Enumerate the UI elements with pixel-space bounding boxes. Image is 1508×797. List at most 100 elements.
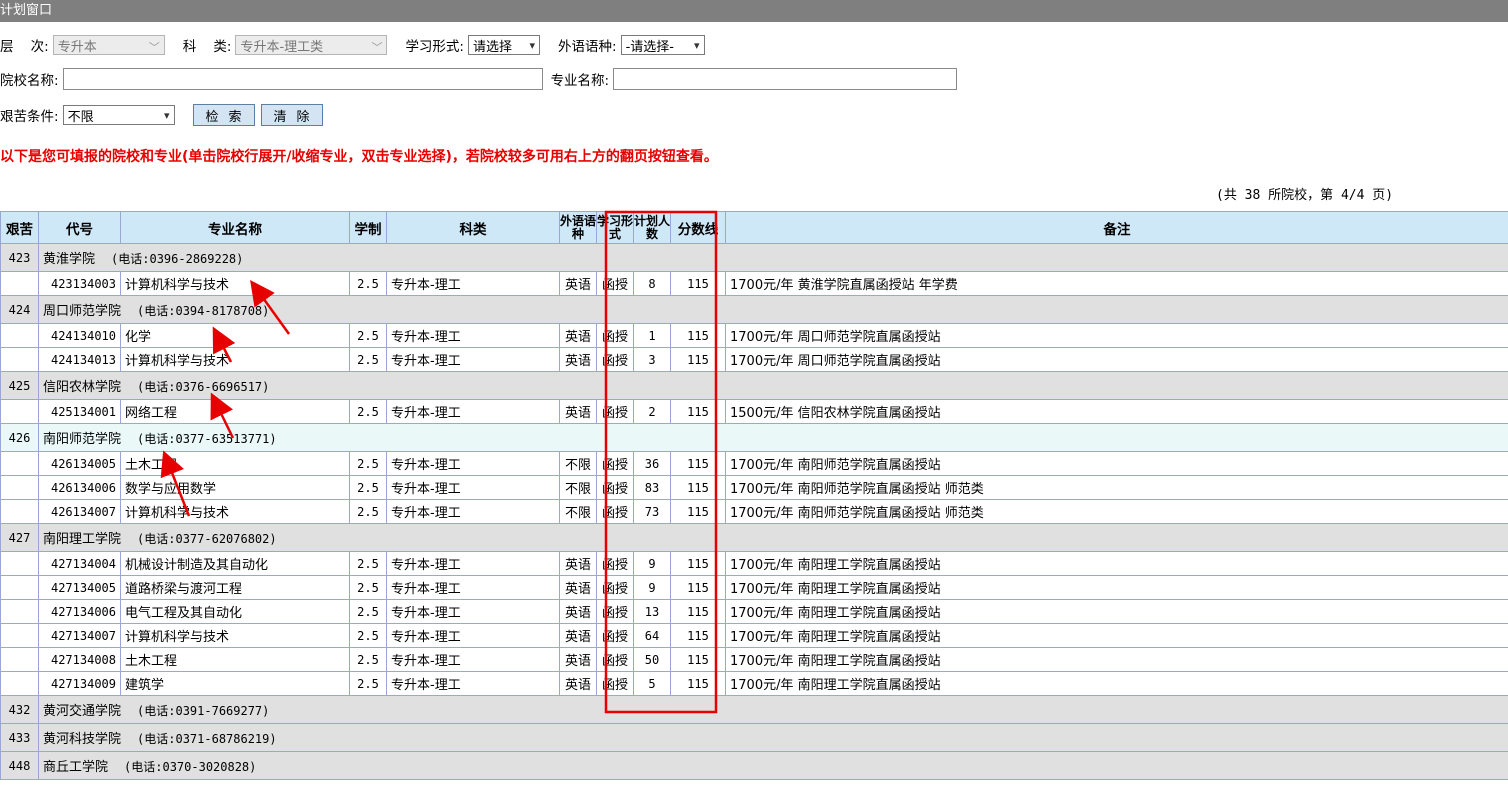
filter-row-3: 艰苦条件: 不限 ▾ 检索 清除 [0, 103, 323, 127]
cell-subject: 专升本-理工 [386, 399, 560, 424]
school-cell: 南阳师范学院 (电话:0377-63513771) [38, 423, 1508, 452]
cell-major: 道路桥梁与渡河工程 [120, 575, 350, 600]
cell-remark: 1700元/年 周口师范学院直属函授站 [725, 347, 1508, 372]
subject-select[interactable]: 专升本-理工类 ﹀ [235, 35, 388, 55]
cell-plan: 3 [633, 347, 671, 372]
cell-remark: 1500元/年 信阳农林学院直属函授站 [725, 399, 1508, 424]
cell-major: 计算机科学与技术 [120, 271, 350, 296]
col-form: 学习形式 [596, 211, 634, 244]
cell-subject: 专升本-理工 [386, 647, 560, 672]
school-name: 信阳农林学院 [43, 380, 122, 395]
cell-form: 函授 [596, 475, 634, 500]
major-row[interactable]: 424134013 计算机科学与技术 2.5 专升本-理工 英语 函授 3 115 1700元/… [0, 347, 1508, 372]
cell-hardship [0, 347, 39, 372]
cell-subject: 专升本-理工 [386, 623, 560, 648]
cell-remark: 1700元/年 黄淮学院直属函授站 年学费 [725, 271, 1508, 296]
col-major: 专业名称 [120, 211, 350, 244]
major-name-label: 专业名称: [550, 73, 610, 89]
major-row[interactable]: 427134004 机械设计制造及其自动化 2.5 专升本-理工 英语 函授 9 115 170… [0, 551, 1508, 576]
school-id: 425 [0, 371, 39, 400]
cell-lang: 不限 [559, 451, 597, 476]
cell-code: 426134006 [38, 475, 121, 500]
cell-subject: 专升本-理工 [386, 347, 560, 372]
cell-major: 网络工程 [120, 399, 350, 424]
cell-score: 115 [670, 475, 726, 500]
cell-lang: 英语 [559, 599, 597, 624]
cell-remark: 1700元/年 南阳理工学院直属函授站 [725, 575, 1508, 600]
cell-plan: 9 [633, 551, 671, 576]
cell-remark: 1700元/年 南阳理工学院直属函授站 [725, 647, 1508, 672]
study-form-select[interactable]: 请选择 ▾ [468, 35, 540, 55]
major-row[interactable]: 426134007 计算机科学与技术 2.5 专升本-理工 不限 函授 73 115 1700元… [0, 499, 1508, 524]
major-name-input[interactable] [613, 68, 958, 90]
cell-years: 2.5 [349, 575, 387, 600]
cell-major: 计算机科学与技术 [120, 499, 350, 524]
cell-lang: 英语 [559, 399, 597, 424]
major-row[interactable]: 426134005 土木工程 2.5 专升本-理工 不限 函授 36 115 1700元/年 南… [0, 451, 1508, 476]
cell-subject: 专升本-理工 [386, 475, 560, 500]
cell-code: 427134005 [38, 575, 121, 600]
clear-button[interactable]: 清除 [260, 104, 323, 126]
school-row[interactable]: 432 黄河交通学院 (电话:0391-7669277) [0, 695, 1508, 724]
cell-hardship [0, 551, 39, 576]
cell-major: 土木工程 [120, 647, 350, 672]
cell-hardship [0, 647, 39, 672]
school-cell: 商丘工学院 (电话:0370-3020828) [38, 751, 1508, 780]
col-score: 分数线 [670, 211, 726, 244]
cell-hardship [0, 671, 39, 696]
cell-remark: 1700元/年 南阳师范学院直属函授站 [725, 451, 1508, 476]
hardship-select[interactable]: 不限 ▾ [62, 105, 175, 125]
instruction-notice: 以下是您可填报的院校和专业(单击院校行展开/收缩专业，双击专业选择)，若院校较多… [0, 149, 718, 165]
school-row[interactable]: 433 黄河科技学院 (电话:0371-68786219) [0, 723, 1508, 752]
school-row[interactable]: 425 信阳农林学院 (电话:0376-6696517) [0, 371, 1508, 400]
school-name-input[interactable] [62, 68, 543, 90]
cell-score: 115 [670, 551, 726, 576]
school-row[interactable]: 423 黄淮学院 (电话:0396-2869228) [0, 243, 1508, 272]
major-row[interactable]: 427134009 建筑学 2.5 专升本-理工 英语 函授 5 115 1700元/年 南阳理… [0, 671, 1508, 696]
hardship-label: 艰苦条件: [0, 109, 59, 125]
cell-form: 函授 [596, 623, 634, 648]
cell-form: 函授 [596, 599, 634, 624]
school-cell: 黄河科技学院 (电话:0371-68786219) [38, 723, 1508, 752]
school-id: 427 [0, 523, 39, 552]
cell-plan: 73 [633, 499, 671, 524]
col-lang: 外语语种 [559, 211, 597, 244]
school-phone: (电话:0370-3020828) [124, 760, 257, 774]
major-row[interactable]: 427134008 土木工程 2.5 专升本-理工 英语 函授 50 115 1700元/年 南… [0, 647, 1508, 672]
cell-plan: 5 [633, 671, 671, 696]
cell-form: 函授 [596, 647, 634, 672]
major-row[interactable]: 427134007 计算机科学与技术 2.5 专升本-理工 英语 函授 64 115 1700元… [0, 623, 1508, 648]
cell-hardship [0, 451, 39, 476]
school-row[interactable]: 448 商丘工学院 (电话:0370-3020828) [0, 751, 1508, 780]
school-row[interactable]: 426 南阳师范学院 (电话:0377-63513771) [0, 423, 1508, 452]
cell-plan: 1 [633, 323, 671, 348]
cell-major: 建筑学 [120, 671, 350, 696]
foreign-lang-select[interactable]: -请选择- ▾ [620, 35, 705, 55]
search-button[interactable]: 检索 [192, 104, 255, 126]
school-cell: 周口师范学院 (电话:0394-8178708) [38, 295, 1508, 324]
chevron-down-icon: ▾ [164, 109, 170, 122]
major-row[interactable]: 425134001 网络工程 2.5 专升本-理工 英语 函授 2 115 1500元/年 信阳… [0, 399, 1508, 424]
cell-major: 计算机科学与技术 [120, 623, 350, 648]
cell-years: 2.5 [349, 347, 387, 372]
col-remark: 备注 [725, 211, 1508, 244]
level-select[interactable]: 专升本 ﹀ [52, 35, 165, 55]
major-row[interactable]: 426134006 数学与应用数学 2.5 专升本-理工 不限 函授 83 115 1700元/… [0, 475, 1508, 500]
cell-lang: 不限 [559, 475, 597, 500]
major-row[interactable]: 423134003 计算机科学与技术 2.5 专升本-理工 英语 函授 8 115 1700元/… [0, 271, 1508, 296]
cell-years: 2.5 [349, 623, 387, 648]
school-row[interactable]: 424 周口师范学院 (电话:0394-8178708) [0, 295, 1508, 324]
cell-form: 函授 [596, 271, 634, 296]
cell-plan: 36 [633, 451, 671, 476]
school-id: 432 [0, 695, 39, 724]
cell-form: 函授 [596, 575, 634, 600]
window-title: 计划窗口 [0, 0, 1508, 22]
major-row[interactable]: 427134006 电气工程及其自动化 2.5 专升本-理工 英语 函授 13 115 1700… [0, 599, 1508, 624]
cell-years: 2.5 [349, 451, 387, 476]
cell-code: 427134004 [38, 551, 121, 576]
major-row[interactable]: 424134010 化学 2.5 专升本-理工 英语 函授 1 115 1700元/年 周口师范… [0, 323, 1508, 348]
cell-form: 函授 [596, 499, 634, 524]
major-row[interactable]: 427134005 道路桥梁与渡河工程 2.5 专升本-理工 英语 函授 9 115 1700元… [0, 575, 1508, 600]
school-row[interactable]: 427 南阳理工学院 (电话:0377-62076802) [0, 523, 1508, 552]
cell-major: 数学与应用数学 [120, 475, 350, 500]
